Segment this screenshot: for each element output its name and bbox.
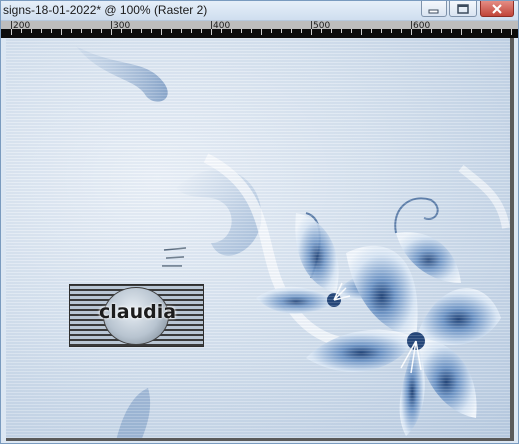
ruler-minor-tick (71, 29, 72, 33)
ruler-minor-tick (221, 29, 222, 33)
ruler-minor-tick (211, 29, 212, 35)
ruler-minor-tick (231, 29, 232, 33)
ruler-minor-tick (481, 29, 482, 33)
ruler-minor-tick (311, 29, 312, 35)
ruler-minor-tick (241, 29, 242, 33)
ruler-minor-tick (201, 29, 202, 33)
ruler-minor-tick (321, 29, 322, 33)
ruler-minor-tick (261, 29, 262, 35)
ruler-minor-tick (281, 29, 282, 33)
maximize-button[interactable] (449, 1, 477, 17)
maximize-icon (457, 3, 469, 14)
close-icon (492, 3, 502, 14)
watermark-logo: claudia (69, 284, 204, 347)
ruler-minor-tick (501, 29, 502, 33)
ruler-scale (1, 21, 518, 29)
ruler-minor-tick (271, 29, 272, 33)
ruler-minor-tick (351, 29, 352, 33)
ruler-minor-tick (41, 29, 42, 33)
ruler-tick (311, 21, 312, 29)
ruler-minor-tick (431, 29, 432, 33)
ruler-minor-tick (131, 29, 132, 33)
horizontal-ruler: 200 300 400 500 600 (1, 21, 518, 38)
ruler-minor-tick (411, 29, 412, 35)
window-title: signs-18-01-2022* @ 100% (Raster 2) (3, 3, 208, 17)
ruler-minor-tick (461, 29, 462, 35)
ruler-minor-tick (111, 29, 112, 35)
ruler-minor-tick (31, 29, 32, 33)
ruler-minor-tick (61, 29, 62, 35)
ruler-minor-tick (401, 29, 402, 33)
watermark-text: claudia (98, 301, 177, 323)
minimize-icon (428, 9, 439, 13)
ruler-minor-tick (301, 29, 302, 33)
ruler-minor-tick (151, 29, 152, 33)
image-window: signs-18-01-2022* @ 100% (Raster 2) 200 (0, 0, 519, 444)
ruler-minor-tick (381, 29, 382, 33)
ruler-minor-tick (361, 29, 362, 35)
ruler-minor-tick (471, 29, 472, 33)
ruler-minor-tick (21, 29, 22, 33)
ruler-minor-tick (491, 29, 492, 33)
ruler-tick (111, 21, 112, 29)
ruler-minor-tick (441, 29, 442, 33)
ruler-minor-tick (141, 29, 142, 33)
ruler-minor-tick (81, 29, 82, 33)
ruler-minor-tick (421, 29, 422, 33)
ruler-minor-tick (191, 29, 192, 33)
minimize-button[interactable] (421, 1, 447, 17)
ruler-minor-tick (51, 29, 52, 33)
ruler-minor-tick (11, 29, 12, 35)
ruler-minor-tick (251, 29, 252, 33)
ruler-minor-tick (511, 29, 512, 35)
ruler-minor-tick (331, 29, 332, 33)
ruler-tick (11, 21, 12, 29)
image-canvas[interactable]: claudia (6, 38, 514, 441)
ruler-minor-tick (171, 29, 172, 33)
ruler-minor-tick (341, 29, 342, 33)
ruler-minor-tick (181, 29, 182, 33)
ruler-tick (211, 21, 212, 29)
title-bar[interactable]: signs-18-01-2022* @ 100% (Raster 2) (1, 1, 518, 21)
ruler-minor-tick (161, 29, 162, 35)
ruler-minor-tick (371, 29, 372, 33)
ruler-minor-tick (451, 29, 452, 33)
ruler-minor-tick (291, 29, 292, 33)
ruler-minor-tick (391, 29, 392, 33)
ruler-tick (411, 21, 412, 29)
ruler-minor-tick (121, 29, 122, 33)
ruler-minor-tick (91, 29, 92, 33)
ruler-minor-tick (101, 29, 102, 33)
scanline-overlay (6, 38, 510, 438)
close-button[interactable] (480, 1, 514, 17)
